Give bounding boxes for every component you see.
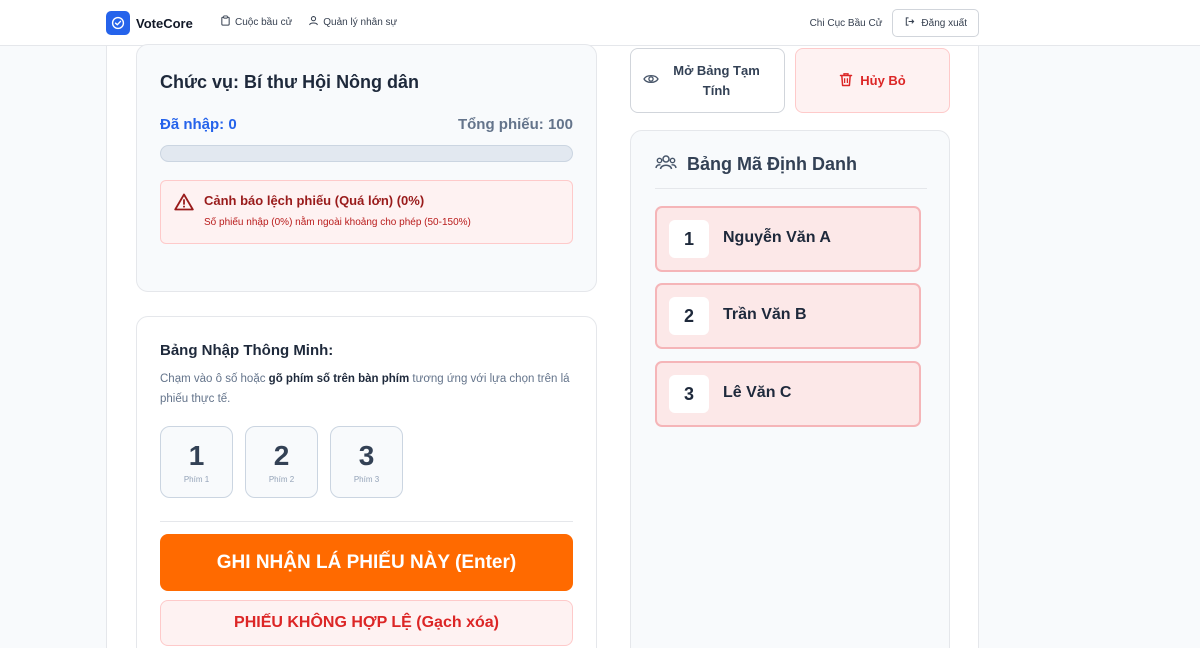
desc-emphasis: gõ phím số trên bàn phím xyxy=(268,373,410,385)
entered-count: Đã nhập: 0 xyxy=(160,116,237,133)
position-title: Chức vụ: Bí thư Hội Nông dân xyxy=(160,72,420,92)
total-votes: Tổng phiếu: 100 xyxy=(457,116,573,133)
clipboard-icon xyxy=(220,15,231,29)
desc-text: Chạm vào ô số hoặc xyxy=(160,373,269,385)
vote-count-row: Đã nhập: 0 Tổng phiếu: 100 xyxy=(160,116,573,133)
invalid-ballot-button[interactable]: PHIẾU KHÔNG HỢP LỆ (Gạch xóa) xyxy=(160,600,573,646)
users-group-icon xyxy=(655,153,677,176)
cancel-label: Hủy Bỏ xyxy=(860,73,906,88)
record-ballot-button[interactable]: GHI NHẬN LÁ PHIẾU NÀY (Enter) xyxy=(160,534,573,591)
check-circle-icon xyxy=(106,11,130,35)
identifier-table-title: Bảng Mã Định Danh xyxy=(687,154,857,174)
deviation-warning: Cảnh báo lệch phiếu (Quá lớn) (0%) Số ph… xyxy=(160,180,573,244)
main-nav: Cuộc bầu cử Quản lý nhân sự xyxy=(220,15,397,29)
header-right: Chi Cục Bầu Cử Đăng xuất xyxy=(810,9,979,37)
candidate-number: 3 xyxy=(669,375,709,413)
key-3[interactable]: 3 Phím 3 xyxy=(330,426,403,498)
logout-label: Đăng xuất xyxy=(921,17,967,29)
open-tally-label: Mở Bảng Tạm Tính xyxy=(659,61,784,101)
candidate-number: 1 xyxy=(669,220,709,258)
label-line: Tính xyxy=(702,82,731,98)
logout-button[interactable]: Đăng xuất xyxy=(892,9,979,37)
position-card: Chức vụ: Bí thư Hội Nông dân Đã nhập: 0 … xyxy=(136,44,597,292)
cancel-button[interactable]: Hủy Bỏ xyxy=(795,48,950,113)
divider xyxy=(160,521,573,522)
identifier-table-card: Bảng Mã Định Danh 1 Nguyễn Văn A 2 Trần … xyxy=(630,130,950,648)
smart-input-title: Bảng Nhập Thông Minh: xyxy=(160,342,334,359)
logout-icon xyxy=(904,16,915,30)
key-2[interactable]: 2 Phím 2 xyxy=(245,426,318,498)
trash-icon xyxy=(839,72,853,90)
brand[interactable]: VoteCore xyxy=(106,11,193,35)
number-keypad: 1 Phím 1 2 Phím 2 3 Phím 3 xyxy=(160,426,403,498)
candidate-card-3[interactable]: 3 Lê Văn C xyxy=(655,361,921,427)
key-label: Phím 2 xyxy=(268,474,295,484)
candidate-name: Lê Văn C xyxy=(723,384,792,401)
app-name: VoteCore xyxy=(136,15,193,31)
key-number: 2 xyxy=(273,439,290,471)
warning-description: Số phiếu nhập (0%) nằm ngoài khoảng cho … xyxy=(204,217,471,228)
nav-item-personnel[interactable]: Quản lý nhân sự xyxy=(308,15,397,29)
smart-input-card: Bảng Nhập Thông Minh: Chạm vào ô số hoặc… xyxy=(136,316,597,648)
candidate-name: Trần Văn B xyxy=(723,306,807,323)
nav-item-elections[interactable]: Cuộc bầu cử xyxy=(220,15,292,29)
key-label: Phím 1 xyxy=(183,474,210,484)
candidate-card-2[interactable]: 2 Trần Văn B xyxy=(655,283,921,349)
eye-icon xyxy=(643,72,659,90)
key-label: Phím 3 xyxy=(353,474,380,484)
key-1[interactable]: 1 Phím 1 xyxy=(160,426,233,498)
warning-title: Cảnh báo lệch phiếu (Quá lớn) (0%) xyxy=(204,193,425,208)
label-line: Mở Bảng Tạm xyxy=(673,62,760,78)
nav-item-label: Cuộc bầu cử xyxy=(235,16,293,28)
open-tally-button[interactable]: Mở Bảng Tạm Tính xyxy=(630,48,785,113)
org-name: Chi Cục Bầu Cử xyxy=(809,17,883,29)
candidate-card-1[interactable]: 1 Nguyễn Văn A xyxy=(655,206,921,272)
candidate-name: Nguyễn Văn A xyxy=(723,229,831,246)
key-number: 1 xyxy=(188,439,205,471)
divider xyxy=(655,188,927,189)
main-content: Chức vụ: Bí thư Hội Nông dân Đã nhập: 0 … xyxy=(106,44,979,648)
key-number: 3 xyxy=(358,439,375,471)
nav-item-label: Quản lý nhân sự xyxy=(323,16,398,28)
top-navbar: VoteCore Cuộc bầu cử Quản lý nhân sự Chi… xyxy=(0,0,1200,46)
alert-triangle-icon xyxy=(174,193,194,216)
users-icon xyxy=(308,15,319,29)
candidate-number: 2 xyxy=(669,297,709,335)
entry-progress-bar xyxy=(160,145,573,162)
smart-input-description: Chạm vào ô số hoặc gõ phím số trên bàn p… xyxy=(160,369,570,409)
identifier-table-header: Bảng Mã Định Danh xyxy=(655,153,857,176)
